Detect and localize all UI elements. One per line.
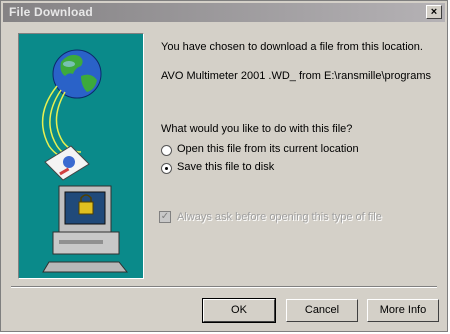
- file-download-dialog: File Download × You have chosen to downl…: [0, 0, 448, 332]
- save-file-label[interactable]: Save this file to disk: [177, 161, 274, 173]
- open-file-label[interactable]: Open this file from its current location: [177, 143, 359, 155]
- close-button[interactable]: ×: [426, 5, 442, 19]
- title-bar[interactable]: File Download ×: [3, 3, 445, 22]
- document-icon: [44, 145, 90, 181]
- always-ask-checkbox[interactable]: ✓: [159, 211, 171, 223]
- illustration-graphic: [41, 49, 129, 273]
- cancel-button[interactable]: Cancel: [286, 299, 358, 322]
- question-text: What would you like to do with this file…: [161, 123, 353, 135]
- more-info-button[interactable]: More Info: [367, 299, 439, 322]
- save-file-radio[interactable]: [161, 163, 172, 174]
- button-separator: [11, 286, 437, 288]
- computer-icon: [42, 185, 129, 273]
- window-title: File Download: [9, 5, 93, 19]
- always-ask-label: Always ask before opening this type of f…: [177, 211, 382, 223]
- download-intro-text: You have chosen to download a file from …: [161, 41, 423, 53]
- download-location-text: AVO Multimeter 2001 .WD_ from E:\ransmil…: [161, 70, 431, 82]
- download-illustration: [18, 33, 144, 279]
- close-icon: ×: [430, 6, 438, 18]
- ok-button[interactable]: OK: [202, 298, 276, 323]
- open-file-radio[interactable]: [161, 145, 172, 156]
